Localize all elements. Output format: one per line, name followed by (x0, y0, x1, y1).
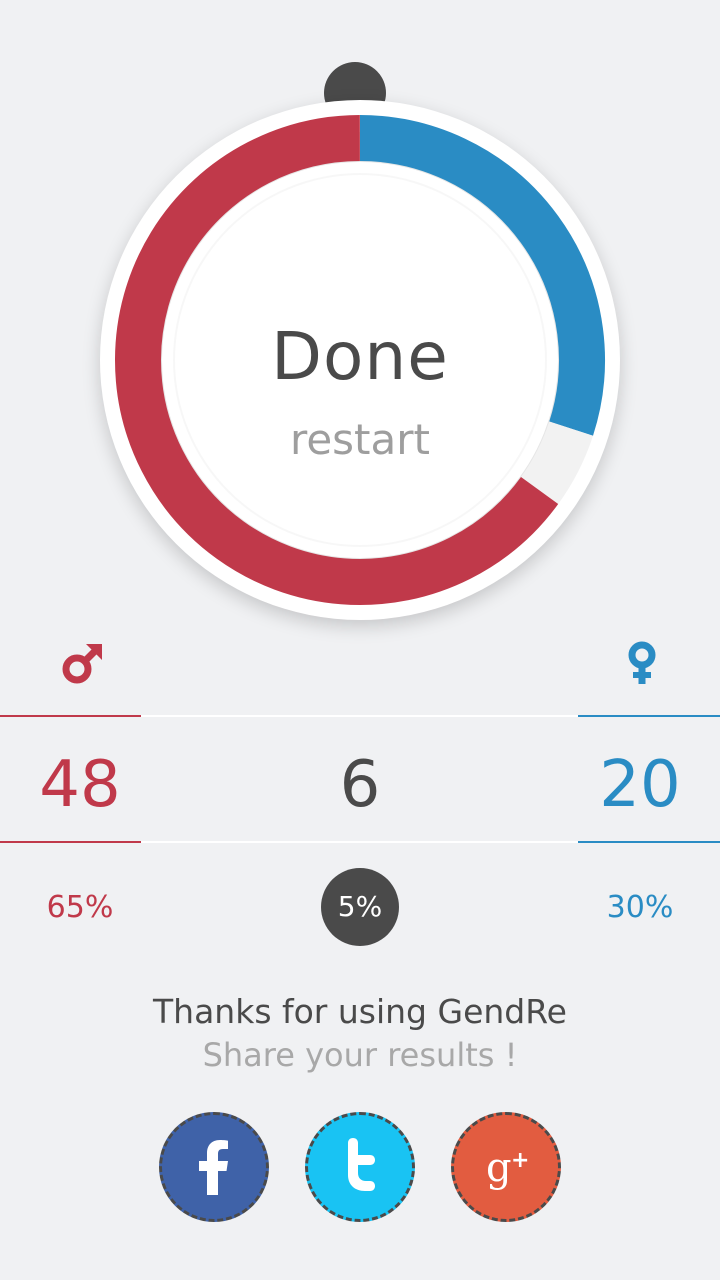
svg-text:g: g (486, 1145, 512, 1191)
thanks-message: Thanks for using GendRe (153, 992, 567, 1031)
female-icon (628, 641, 656, 684)
female-divider-bottom (578, 841, 720, 843)
center-divider-top (141, 715, 578, 717)
male-icon (62, 644, 102, 684)
neutral-count: 6 (339, 748, 381, 822)
facebook-icon (199, 1140, 228, 1195)
twitter-share-button[interactable] (305, 1112, 415, 1222)
neutral-percent-badge: 5% (321, 868, 399, 946)
male-percent: 65% (46, 890, 114, 925)
male-divider-bottom (0, 841, 141, 843)
results-screen: Done restart 48 6 20 65% 5% 30% Thanks f… (0, 0, 720, 1280)
facebook-share-button[interactable] (159, 1112, 269, 1222)
share-prompt: Share your results ! (202, 1036, 518, 1074)
twitter-icon (348, 1138, 375, 1191)
restart-button[interactable]: restart (175, 415, 545, 464)
center-divider-bottom (141, 841, 578, 843)
google-plus-icon: g + (486, 1145, 529, 1191)
female-count: 20 (599, 748, 681, 822)
female-percent: 30% (606, 890, 674, 925)
male-count: 48 (39, 748, 121, 822)
google-plus-share-button[interactable]: g + (451, 1112, 561, 1222)
dial-title: Done (271, 318, 449, 395)
male-divider-top (0, 715, 141, 717)
female-divider-top (578, 715, 720, 717)
svg-text:+: + (511, 1148, 529, 1173)
